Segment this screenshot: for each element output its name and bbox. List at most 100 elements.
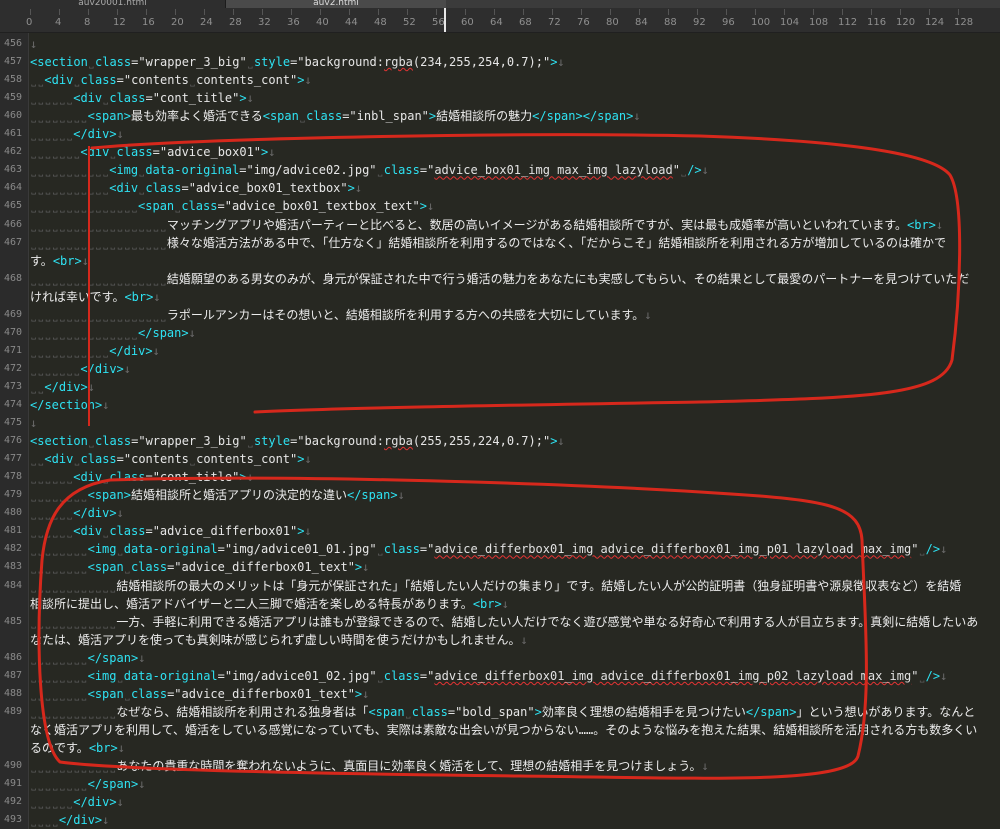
code-line[interactable]: ˽˽˽˽˽˽</div>↓ bbox=[30, 504, 124, 522]
code-line[interactable]: ˽˽˽˽˽˽˽˽˽˽˽<img ˽ data-original = "img/advic… bbox=[30, 161, 709, 179]
code-line[interactable]: ˽˽˽˽˽˽˽˽˽˽˽</div>↓ bbox=[30, 342, 160, 360]
code-token-attr: class bbox=[95, 434, 132, 449]
code-line[interactable]: ˽˽˽˽˽˽˽˽˽˽˽<div˽class="advice_box01_text… bbox=[30, 179, 362, 197]
code-line[interactable]: ˽˽˽˽˽˽˽˽˽˽˽˽˽˽˽<span˽class="advice_box01… bbox=[30, 197, 434, 215]
code-token-mk: ↓ bbox=[354, 181, 363, 196]
code-token-ind: ˽ bbox=[298, 109, 307, 124]
line-number: 467 bbox=[3, 236, 22, 248]
line-number: 480 bbox=[3, 507, 22, 519]
code-line[interactable]: ˽˽˽˽˽˽</div>↓ bbox=[30, 793, 124, 811]
code-line[interactable]: 相談所に提出し、婚活アドバイザーと二人三脚で婚活を楽しめる特長があります。<br… bbox=[30, 595, 509, 613]
ruler-tick bbox=[233, 9, 234, 15]
code-token-ind: ˽˽˽˽˽˽˽ bbox=[30, 145, 81, 160]
code-line[interactable]: ˽˽<div˽class="contents˽contents_cont">↓ bbox=[30, 71, 312, 89]
code-token-mk: ↓ bbox=[397, 488, 405, 503]
code-token-tag: <br> bbox=[88, 740, 118, 755]
code-token-mk: ↓ bbox=[116, 127, 124, 142]
code-line[interactable]: ˽˽˽˽˽˽˽˽<span>結婚相談所と婚活アプリの決定的な違い</span>↓ bbox=[30, 486, 405, 504]
code-token-ind: ˽˽˽˽˽˽˽˽˽˽˽˽ bbox=[30, 614, 117, 629]
code-line[interactable]: ˽˽˽˽˽˽˽˽˽˽˽˽結婚相談所の最大のメリットは「身元が保証された」「結婚し… bbox=[30, 577, 961, 595]
line-number: 464 bbox=[3, 182, 22, 194]
code-token-ind: ˽˽˽˽˽˽˽˽ bbox=[30, 488, 88, 503]
code-line[interactable]: ければ幸いです。<br>↓ bbox=[30, 288, 161, 306]
ruler-label: 36 bbox=[287, 17, 300, 28]
code-token-tag: <section bbox=[30, 434, 88, 449]
code-line[interactable]: <section˽class="wrapper_3_big"˽style="ba… bbox=[30, 53, 565, 71]
code-token-attr: class bbox=[306, 109, 343, 124]
code-token-attr: class bbox=[145, 181, 182, 196]
code-line[interactable]: </section>↓ bbox=[30, 396, 109, 414]
code-token-attr: class bbox=[109, 524, 146, 539]
code-line[interactable]: ˽˽˽˽˽˽˽<div˽class="advice_box01">↓ bbox=[30, 143, 276, 161]
code-line[interactable]: ˽˽</div>↓ bbox=[30, 378, 95, 396]
tab-file-1[interactable]: auv20001.html bbox=[0, 0, 226, 8]
code-token-tag: > bbox=[239, 91, 247, 106]
code-line[interactable]: ˽˽˽˽˽˽˽˽˽˽˽˽一方、手軽に利用できる婚活アプリは誰もが登録できるので、… bbox=[30, 613, 978, 631]
code-line[interactable]: ˽˽˽˽</div>↓ bbox=[30, 811, 109, 829]
ruler-label: 104 bbox=[780, 17, 800, 28]
line-number: 460 bbox=[3, 110, 22, 122]
ruler-tick bbox=[668, 9, 669, 15]
code-line[interactable]: ˽˽˽˽˽˽</div>↓ bbox=[30, 125, 124, 143]
code-line[interactable]: ˽˽˽˽˽˽<div˽class="cont_title">↓ bbox=[30, 89, 254, 107]
code-line[interactable]: ˽˽˽˽˽˽˽˽</span>↓ bbox=[30, 775, 145, 793]
code-token-mk: ↓ bbox=[362, 560, 370, 575]
ruler-label: 16 bbox=[142, 17, 155, 28]
code-token-tag: <img bbox=[109, 163, 139, 178]
ruler-label: 64 bbox=[490, 17, 503, 28]
code-token-mk: ↓ bbox=[102, 398, 110, 412]
code-line[interactable]: す。<br>↓ bbox=[30, 252, 89, 270]
code-line[interactable]: ˽˽˽˽˽˽˽˽˽˽˽˽˽˽˽˽˽˽˽ラポールアンカーはその想いと、結婚相談所を… bbox=[30, 306, 652, 324]
line-number: 484 bbox=[3, 579, 22, 591]
code-line[interactable]: ˽˽˽˽˽˽˽˽<img˽data-original="img/advice01… bbox=[30, 667, 947, 685]
line-number: 461 bbox=[3, 128, 22, 140]
code-line[interactable]: ˽˽˽˽˽˽˽˽˽˽˽˽あなたの貴重な時間を奪われないように、真面目に効率良く婚… bbox=[30, 757, 709, 775]
code-token-attr: data-original bbox=[123, 668, 218, 683]
ruler-tick bbox=[291, 9, 292, 15]
code-token-tag: > bbox=[297, 452, 305, 467]
code-line[interactable]: ˽˽˽˽˽˽˽˽<span˽class="advice_differbox01_… bbox=[30, 685, 369, 703]
ruler-label: 28 bbox=[229, 17, 242, 28]
code-token-str: contents_cont" bbox=[196, 452, 298, 467]
code-line[interactable]: ˽˽˽˽˽˽˽˽<span>最も効率よく婚活できる<span˽class="in… bbox=[30, 107, 641, 125]
code-line[interactable]: ˽˽˽˽˽˽<div˽class="advice_differbox01">↓ bbox=[30, 522, 312, 540]
code-token-txt: 結婚相談所の魅力 bbox=[436, 109, 533, 124]
code-line[interactable]: ↓ bbox=[30, 414, 37, 432]
code-line[interactable]: ˽˽˽˽˽˽˽˽˽˽˽˽˽˽˽˽˽˽˽結婚願望のある男女のみが、身元が保証された… bbox=[30, 270, 969, 288]
code-line[interactable]: ˽˽˽˽˽˽˽˽˽˽˽˽なぜなら、結婚相談所を利用される独身者は「<span˽c… bbox=[30, 703, 975, 721]
ruler-label: 120 bbox=[896, 17, 916, 28]
code-editor-area[interactable]: ↓ <section˽class="wrapper_3_big"˽style="b… bbox=[30, 33, 1000, 829]
code-line[interactable]: ˽˽˽˽˽˽<div˽class="cont_title">↓ bbox=[30, 468, 254, 486]
code-token-tag: <div bbox=[109, 181, 139, 196]
code-token-wav: rgba bbox=[384, 55, 413, 70]
code-token-mk: ↓ bbox=[116, 795, 124, 810]
code-line[interactable]: ˽˽˽˽˽˽˽˽<img˽data-original="img/advice01… bbox=[30, 540, 947, 558]
code-token-txt: ければ幸いです。 bbox=[30, 289, 125, 304]
code-line[interactable]: ˽˽<div˽class="contents˽contents_cont">↓ bbox=[30, 450, 312, 468]
code-line[interactable]: ˽˽˽˽˽˽˽˽˽˽˽˽˽˽˽˽˽˽˽マッチングアプリや婚活パーティーと比べると… bbox=[30, 216, 943, 234]
code-line[interactable]: ˽˽˽˽˽˽˽˽<span˽class="advice_differbox01_… bbox=[30, 558, 369, 576]
code-token-str: "cont_title" bbox=[152, 91, 240, 106]
code-line[interactable]: <section˽class="wrapper_3_big"˽style="ba… bbox=[30, 432, 565, 450]
ruler-tick bbox=[610, 9, 611, 15]
code-line[interactable]: ˽˽˽˽˽˽˽˽˽˽˽˽˽˽˽</span>↓ bbox=[30, 324, 196, 342]
ruler-tick bbox=[552, 9, 553, 15]
code-line[interactable]: なく婚活アプリを利用して、婚活をしている感覚になっていても、実際は素敵な出会いが… bbox=[30, 721, 977, 739]
code-line[interactable]: ˽˽˽˽˽˽˽</div>↓ bbox=[30, 360, 131, 378]
ruler-tick bbox=[204, 9, 205, 15]
code-line[interactable]: ˽˽˽˽˽˽˽˽</span>↓ bbox=[30, 649, 145, 667]
line-number-gutter: 456 457 458 459 460 461 462 463 464 465 466 467 468 4… bbox=[0, 33, 29, 829]
code-token-tag: /> bbox=[687, 163, 702, 178]
code-line[interactable]: ↓ bbox=[30, 35, 37, 53]
code-token-ind: ˽˽ bbox=[30, 452, 45, 467]
code-token-ind: ˽˽˽˽˽˽ bbox=[30, 506, 74, 521]
code-token-mk: ↓ bbox=[138, 650, 146, 665]
code-token-ind: ˽˽˽˽˽˽˽˽˽˽˽ bbox=[30, 163, 110, 178]
code-token-eq: = bbox=[419, 163, 428, 178]
code-line[interactable]: ˽˽˽˽˽˽˽˽˽˽˽˽˽˽˽˽˽˽˽様々な婚活方法がある中で、「仕方なく」結婚… bbox=[30, 234, 946, 252]
code-token-ind: ˽˽˽˽˽˽ bbox=[30, 470, 74, 485]
ruler-label: 40 bbox=[316, 17, 329, 28]
tab-file-2-active[interactable]: auv2.html bbox=[226, 0, 446, 8]
code-line[interactable]: なたは、婚活アプリを使っても真剣味が感じられず虚しい時間を使うだけかもしれません… bbox=[30, 631, 528, 649]
code-line[interactable]: るのです。<br>↓ bbox=[30, 739, 125, 757]
